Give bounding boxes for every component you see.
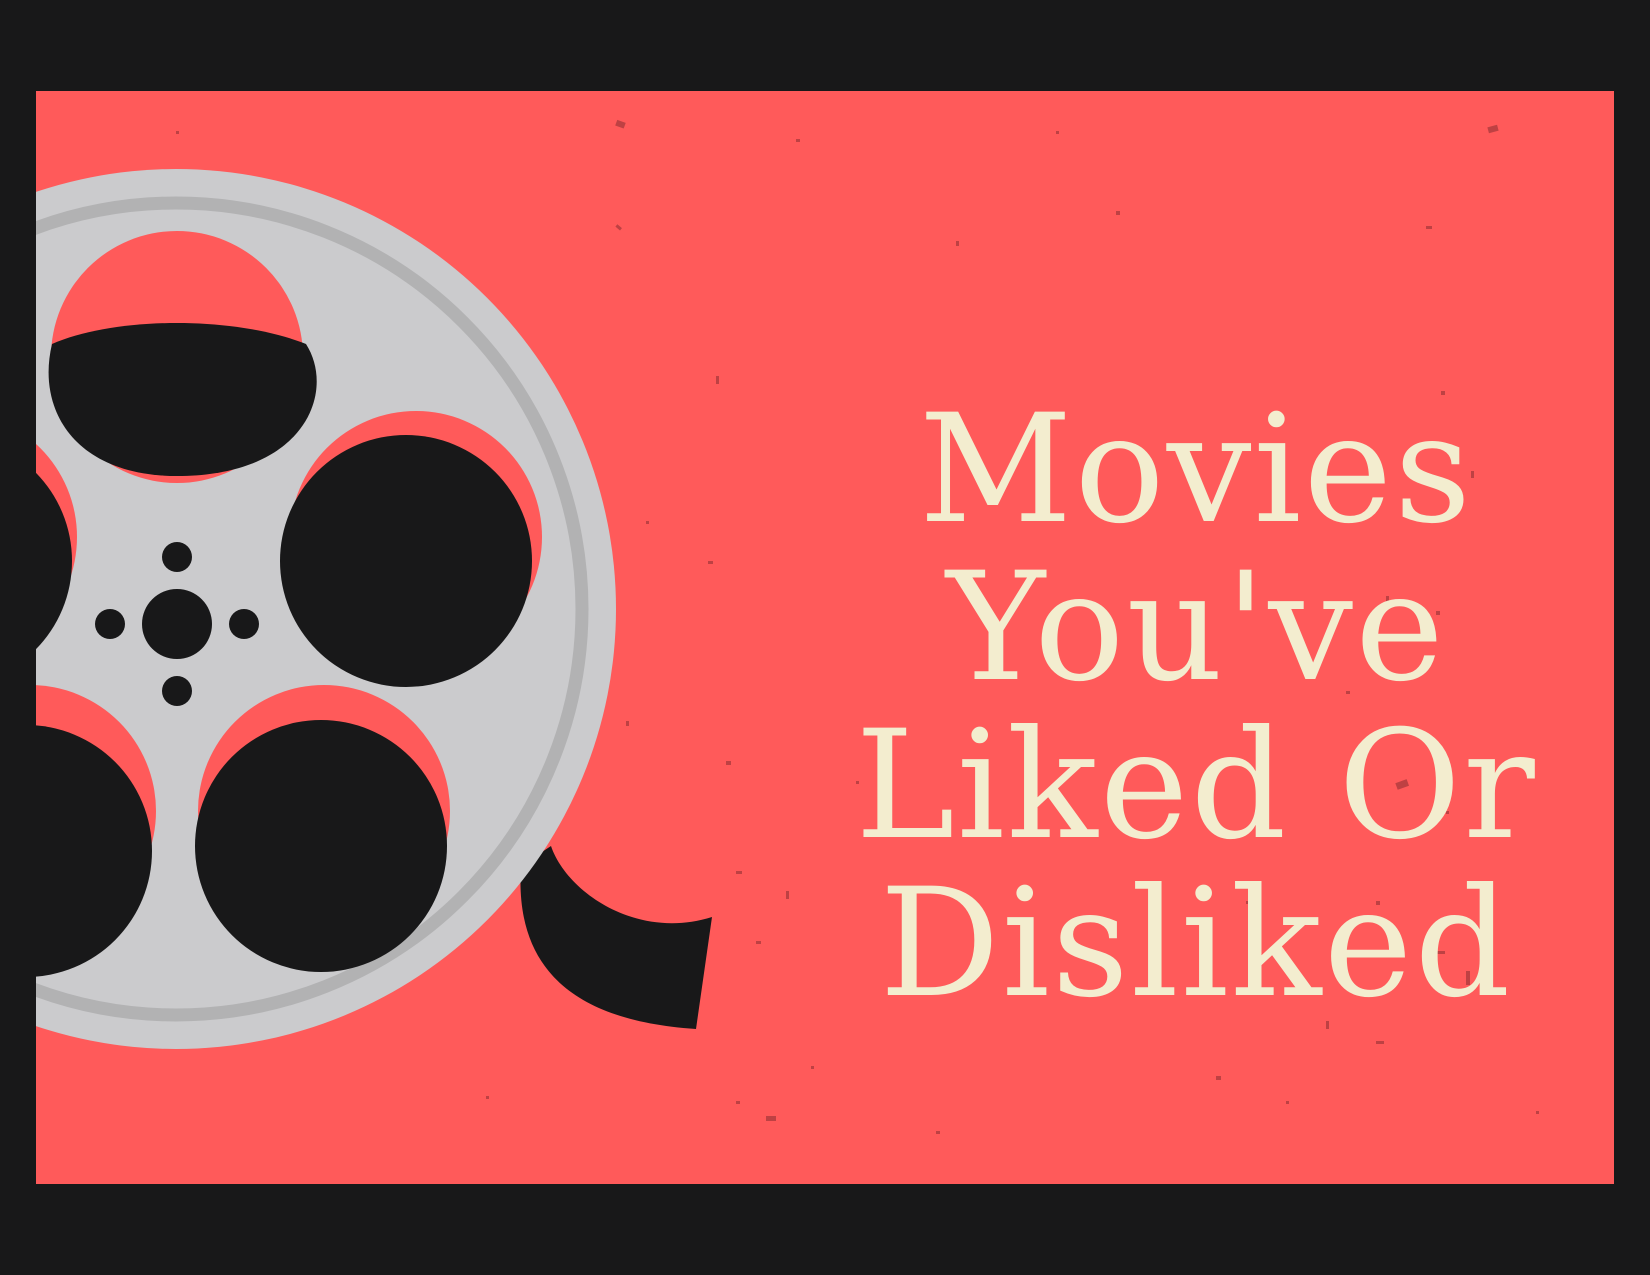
- film-strip-icon: [520, 846, 712, 1029]
- title-line-4: Disliked: [879, 857, 1513, 1031]
- coral-panel: Movies You've Liked Or Disliked: [36, 91, 1614, 1184]
- title-line-2: You've: [946, 541, 1446, 715]
- page-title: Movies You've Liked Or Disliked: [796, 391, 1596, 1023]
- title-line-3: Liked Or: [855, 699, 1537, 873]
- title-card: Movies You've Liked Or Disliked: [0, 0, 1650, 1275]
- film-reel-icon: [36, 169, 712, 1049]
- title-line-1: Movies: [918, 383, 1474, 557]
